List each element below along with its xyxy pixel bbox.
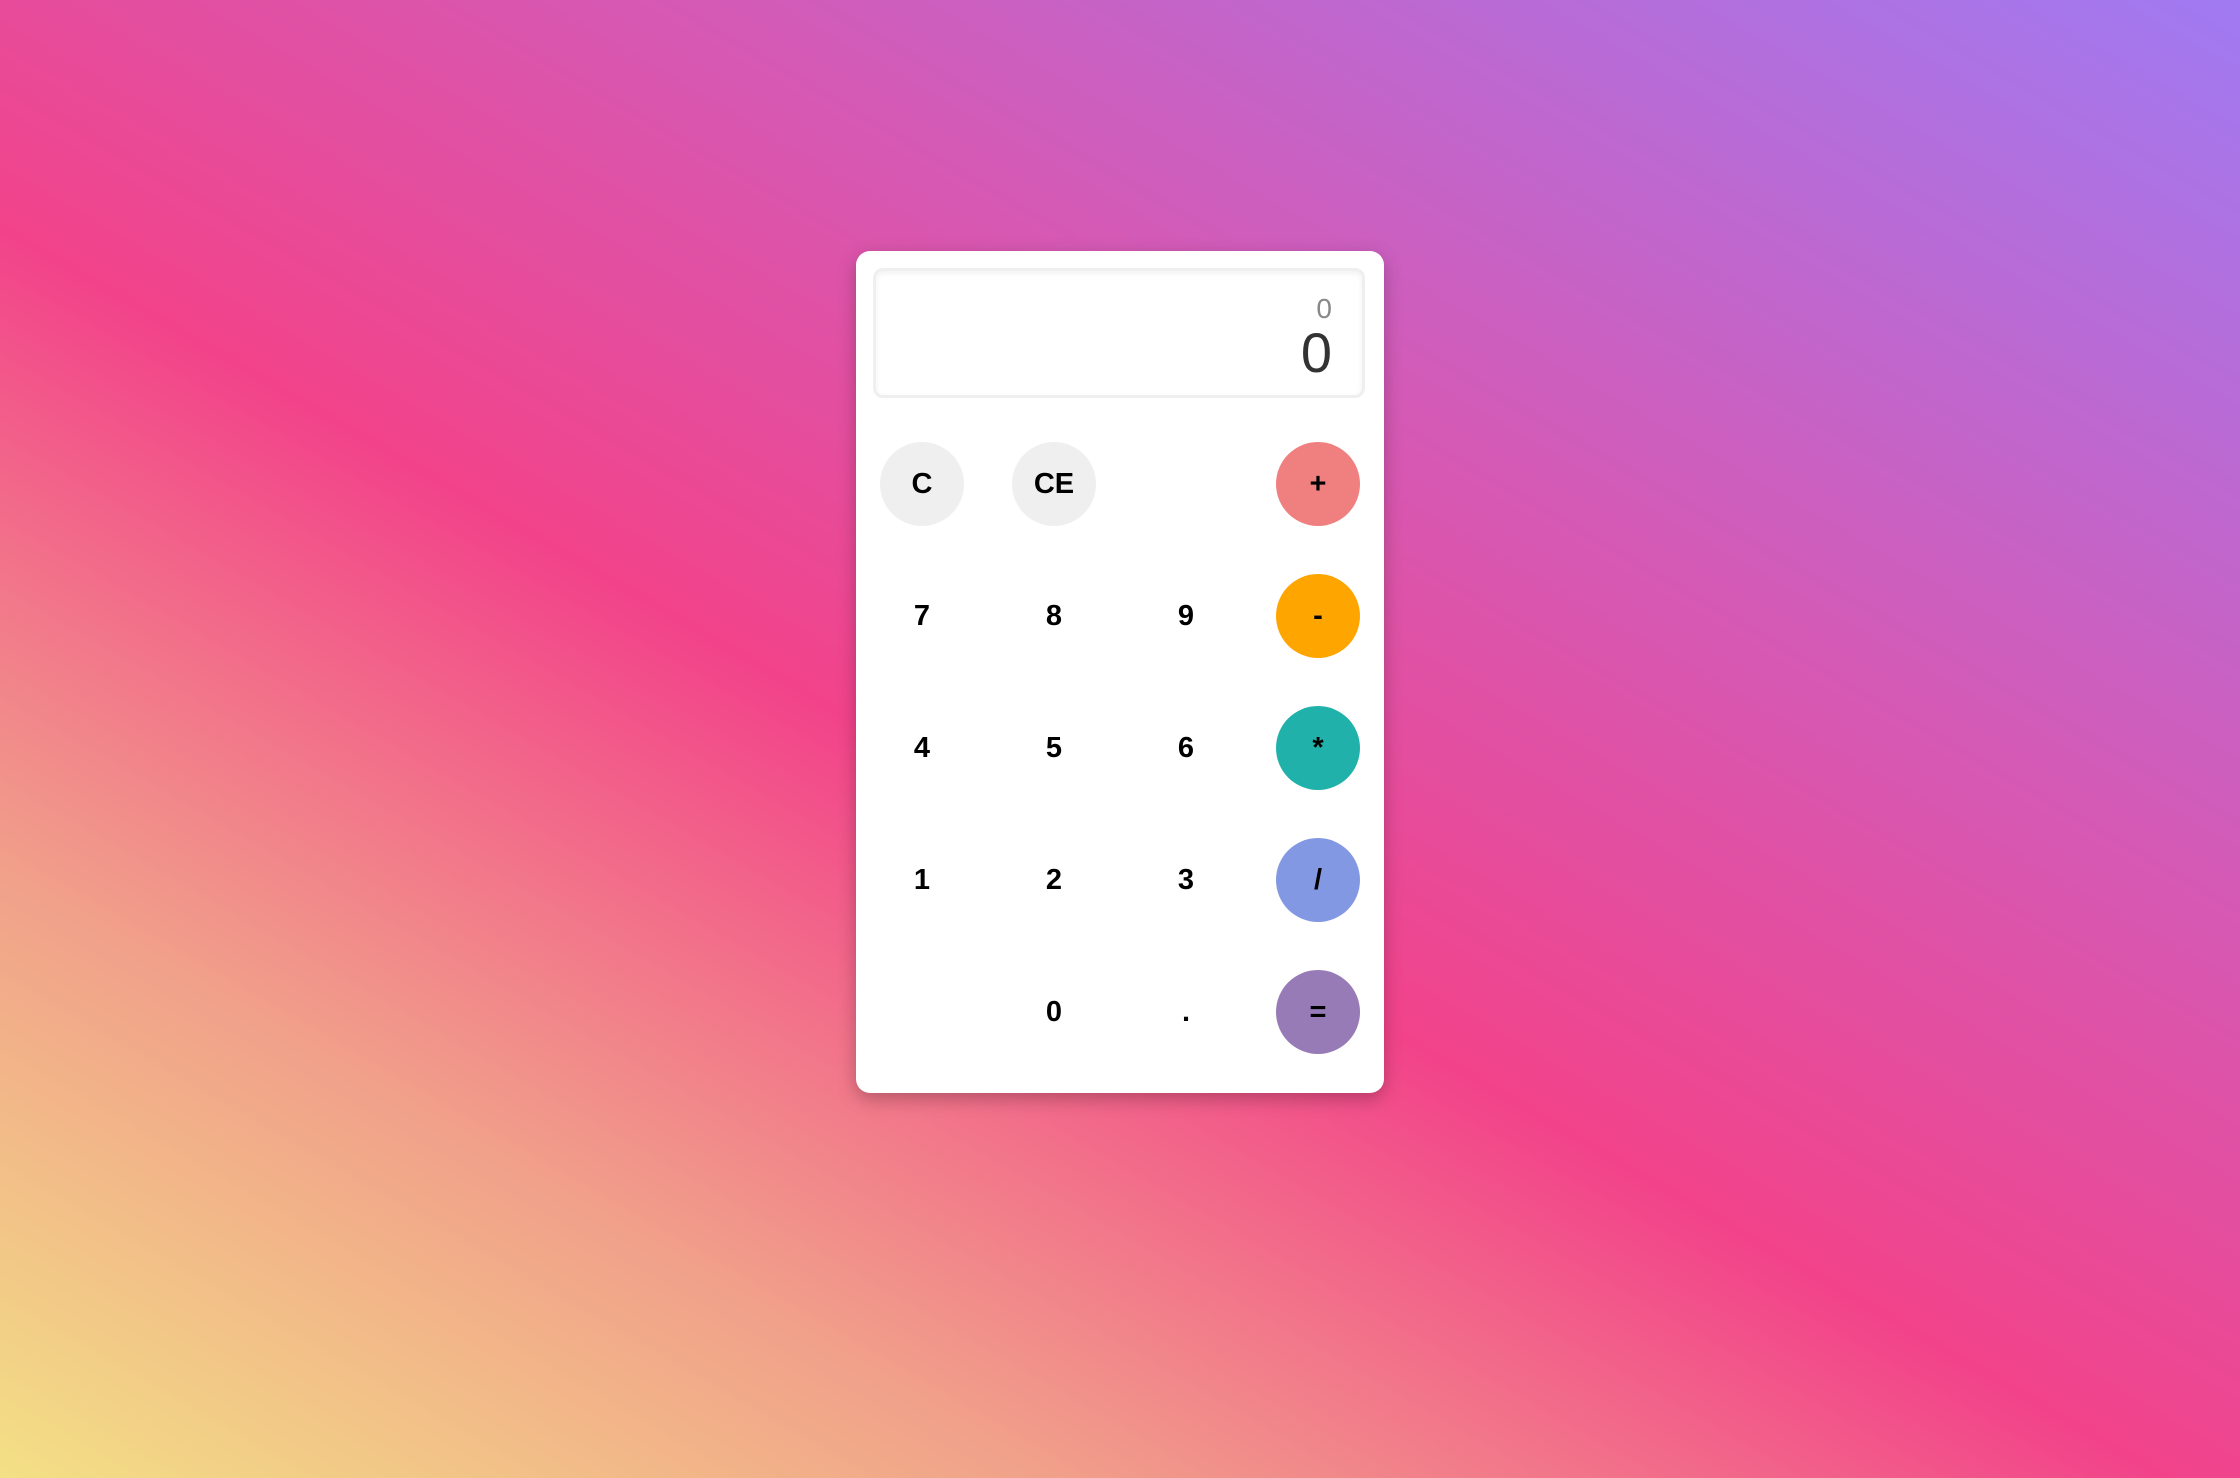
digit-6-button[interactable]: 6 (1144, 706, 1228, 790)
decimal-button[interactable]: . (1144, 970, 1228, 1054)
digit-7-button[interactable]: 7 (880, 574, 964, 658)
digit-4-button[interactable]: 4 (880, 706, 964, 790)
multiply-button[interactable]: * (1276, 706, 1360, 790)
clear-button[interactable]: C (880, 442, 964, 526)
equals-button[interactable]: = (1276, 970, 1360, 1054)
clear-entry-button[interactable]: CE (1012, 442, 1096, 526)
digit-5-button[interactable]: 5 (1012, 706, 1096, 790)
add-button[interactable]: + (1276, 442, 1360, 526)
calculator-display: 0 0 (873, 268, 1365, 398)
current-operand: 0 (1300, 321, 1332, 384)
digit-8-button[interactable]: 8 (1012, 574, 1096, 658)
calculator: 0 0 C CE + 7 8 9 - 4 5 6 * 1 2 3 / 0 . = (856, 251, 1384, 1093)
divide-button[interactable]: / (1276, 838, 1360, 922)
digit-2-button[interactable]: 2 (1012, 838, 1096, 922)
subtract-button[interactable]: - (1276, 574, 1360, 658)
digit-9-button[interactable]: 9 (1144, 574, 1228, 658)
previous-operand: 0 (1316, 293, 1332, 324)
digit-1-button[interactable]: 1 (880, 838, 964, 922)
digit-3-button[interactable]: 3 (1144, 838, 1228, 922)
digit-0-button[interactable]: 0 (1012, 970, 1096, 1054)
